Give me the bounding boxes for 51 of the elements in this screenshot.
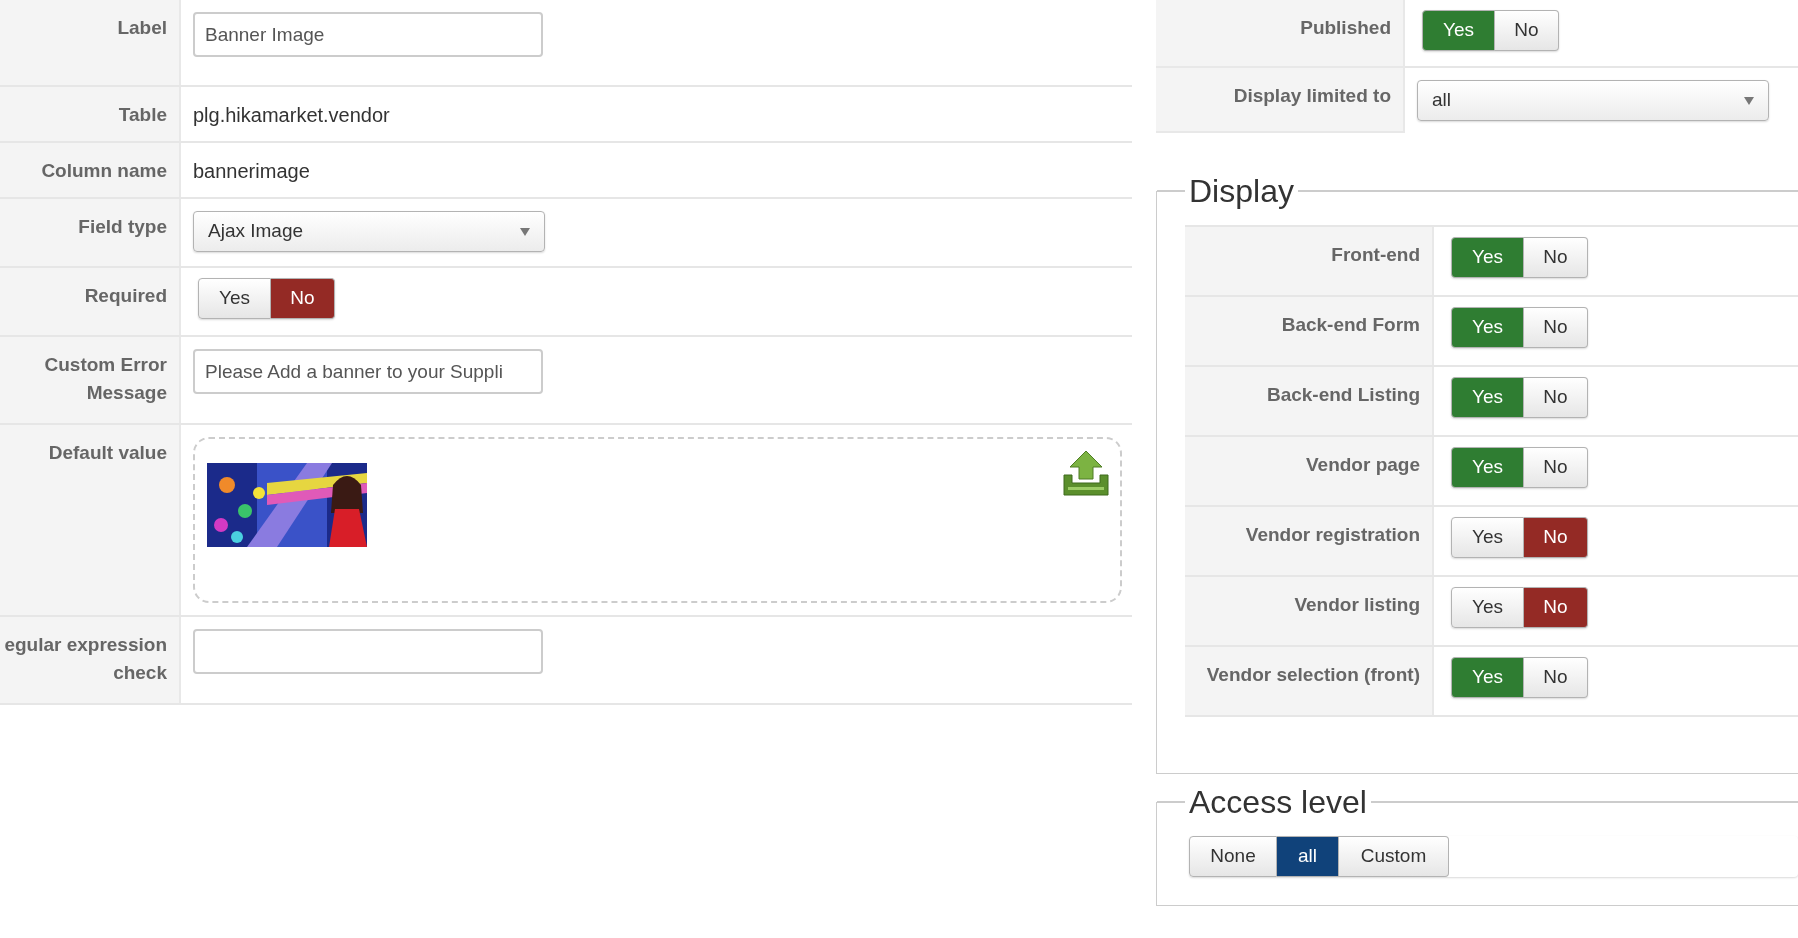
input-field[interactable]: Banner Image	[193, 12, 543, 57]
field-value: bannerimage	[193, 159, 310, 184]
option-button[interactable]: Yes	[1451, 517, 1524, 558]
field-value: plg.hikamarket.vendor	[193, 103, 390, 128]
field-label: Field type	[78, 215, 167, 239]
field-label: Column name	[41, 159, 167, 183]
option-button[interactable]: Yes	[1451, 447, 1524, 488]
option-button[interactable]: No	[271, 278, 335, 319]
option-button[interactable]: Yes	[1451, 237, 1524, 278]
option-button[interactable]: Yes	[1451, 587, 1524, 628]
input-field[interactable]: Please Add a banner to your Suppli	[193, 349, 543, 394]
option-button[interactable]: Custom	[1339, 836, 1449, 877]
field-label: Vendor selection (front)	[1206, 663, 1420, 687]
option-button[interactable]: No	[1524, 517, 1588, 558]
option-button[interactable]: No	[1495, 10, 1559, 51]
option-button[interactable]: Yes	[1451, 307, 1524, 348]
option-button[interactable]: No	[1524, 307, 1588, 348]
field-label: Required	[84, 284, 167, 308]
field-label: Default value	[48, 441, 167, 465]
field-label: Custom Error Message	[43, 353, 167, 405]
option-button[interactable]: No	[1524, 587, 1588, 628]
field-label: Display limited to	[1233, 84, 1391, 108]
upload-area[interactable]	[193, 437, 1122, 603]
option-button[interactable]: Yes	[1422, 10, 1495, 51]
upload-icon	[1062, 449, 1110, 497]
caret-icon	[1744, 96, 1754, 105]
field-label: Table	[118, 103, 167, 127]
field-label: Vendor registration	[1245, 523, 1420, 547]
section-title: Display	[1188, 172, 1295, 211]
option-button[interactable]: No	[1524, 447, 1588, 488]
field-label: Front-end	[1331, 243, 1420, 267]
option-button[interactable]: Yes	[1451, 377, 1524, 418]
field-label: Back-end Listing	[1266, 383, 1420, 407]
field-label: Label	[117, 16, 167, 40]
option-button[interactable]: None	[1189, 836, 1277, 877]
option-button[interactable]: No	[1524, 377, 1588, 418]
option-button[interactable]: No	[1524, 237, 1588, 278]
caret-icon	[520, 227, 530, 236]
input-field[interactable]	[193, 629, 543, 674]
option-button[interactable]: all	[1277, 836, 1339, 877]
field-label: Back-end Form	[1281, 313, 1420, 337]
dropdown[interactable]: all	[1417, 80, 1769, 121]
option-button[interactable]: Yes	[198, 278, 271, 319]
option-button[interactable]: Yes	[1451, 657, 1524, 698]
dropdown[interactable]: Ajax Image	[193, 211, 545, 252]
field-label: Vendor page	[1305, 453, 1420, 477]
field-label: Published	[1300, 16, 1391, 40]
field-label: egular expression check	[3, 633, 167, 685]
option-button[interactable]: No	[1524, 657, 1588, 698]
field-label: Vendor listing	[1294, 593, 1420, 617]
section-title: Access level	[1188, 783, 1368, 822]
